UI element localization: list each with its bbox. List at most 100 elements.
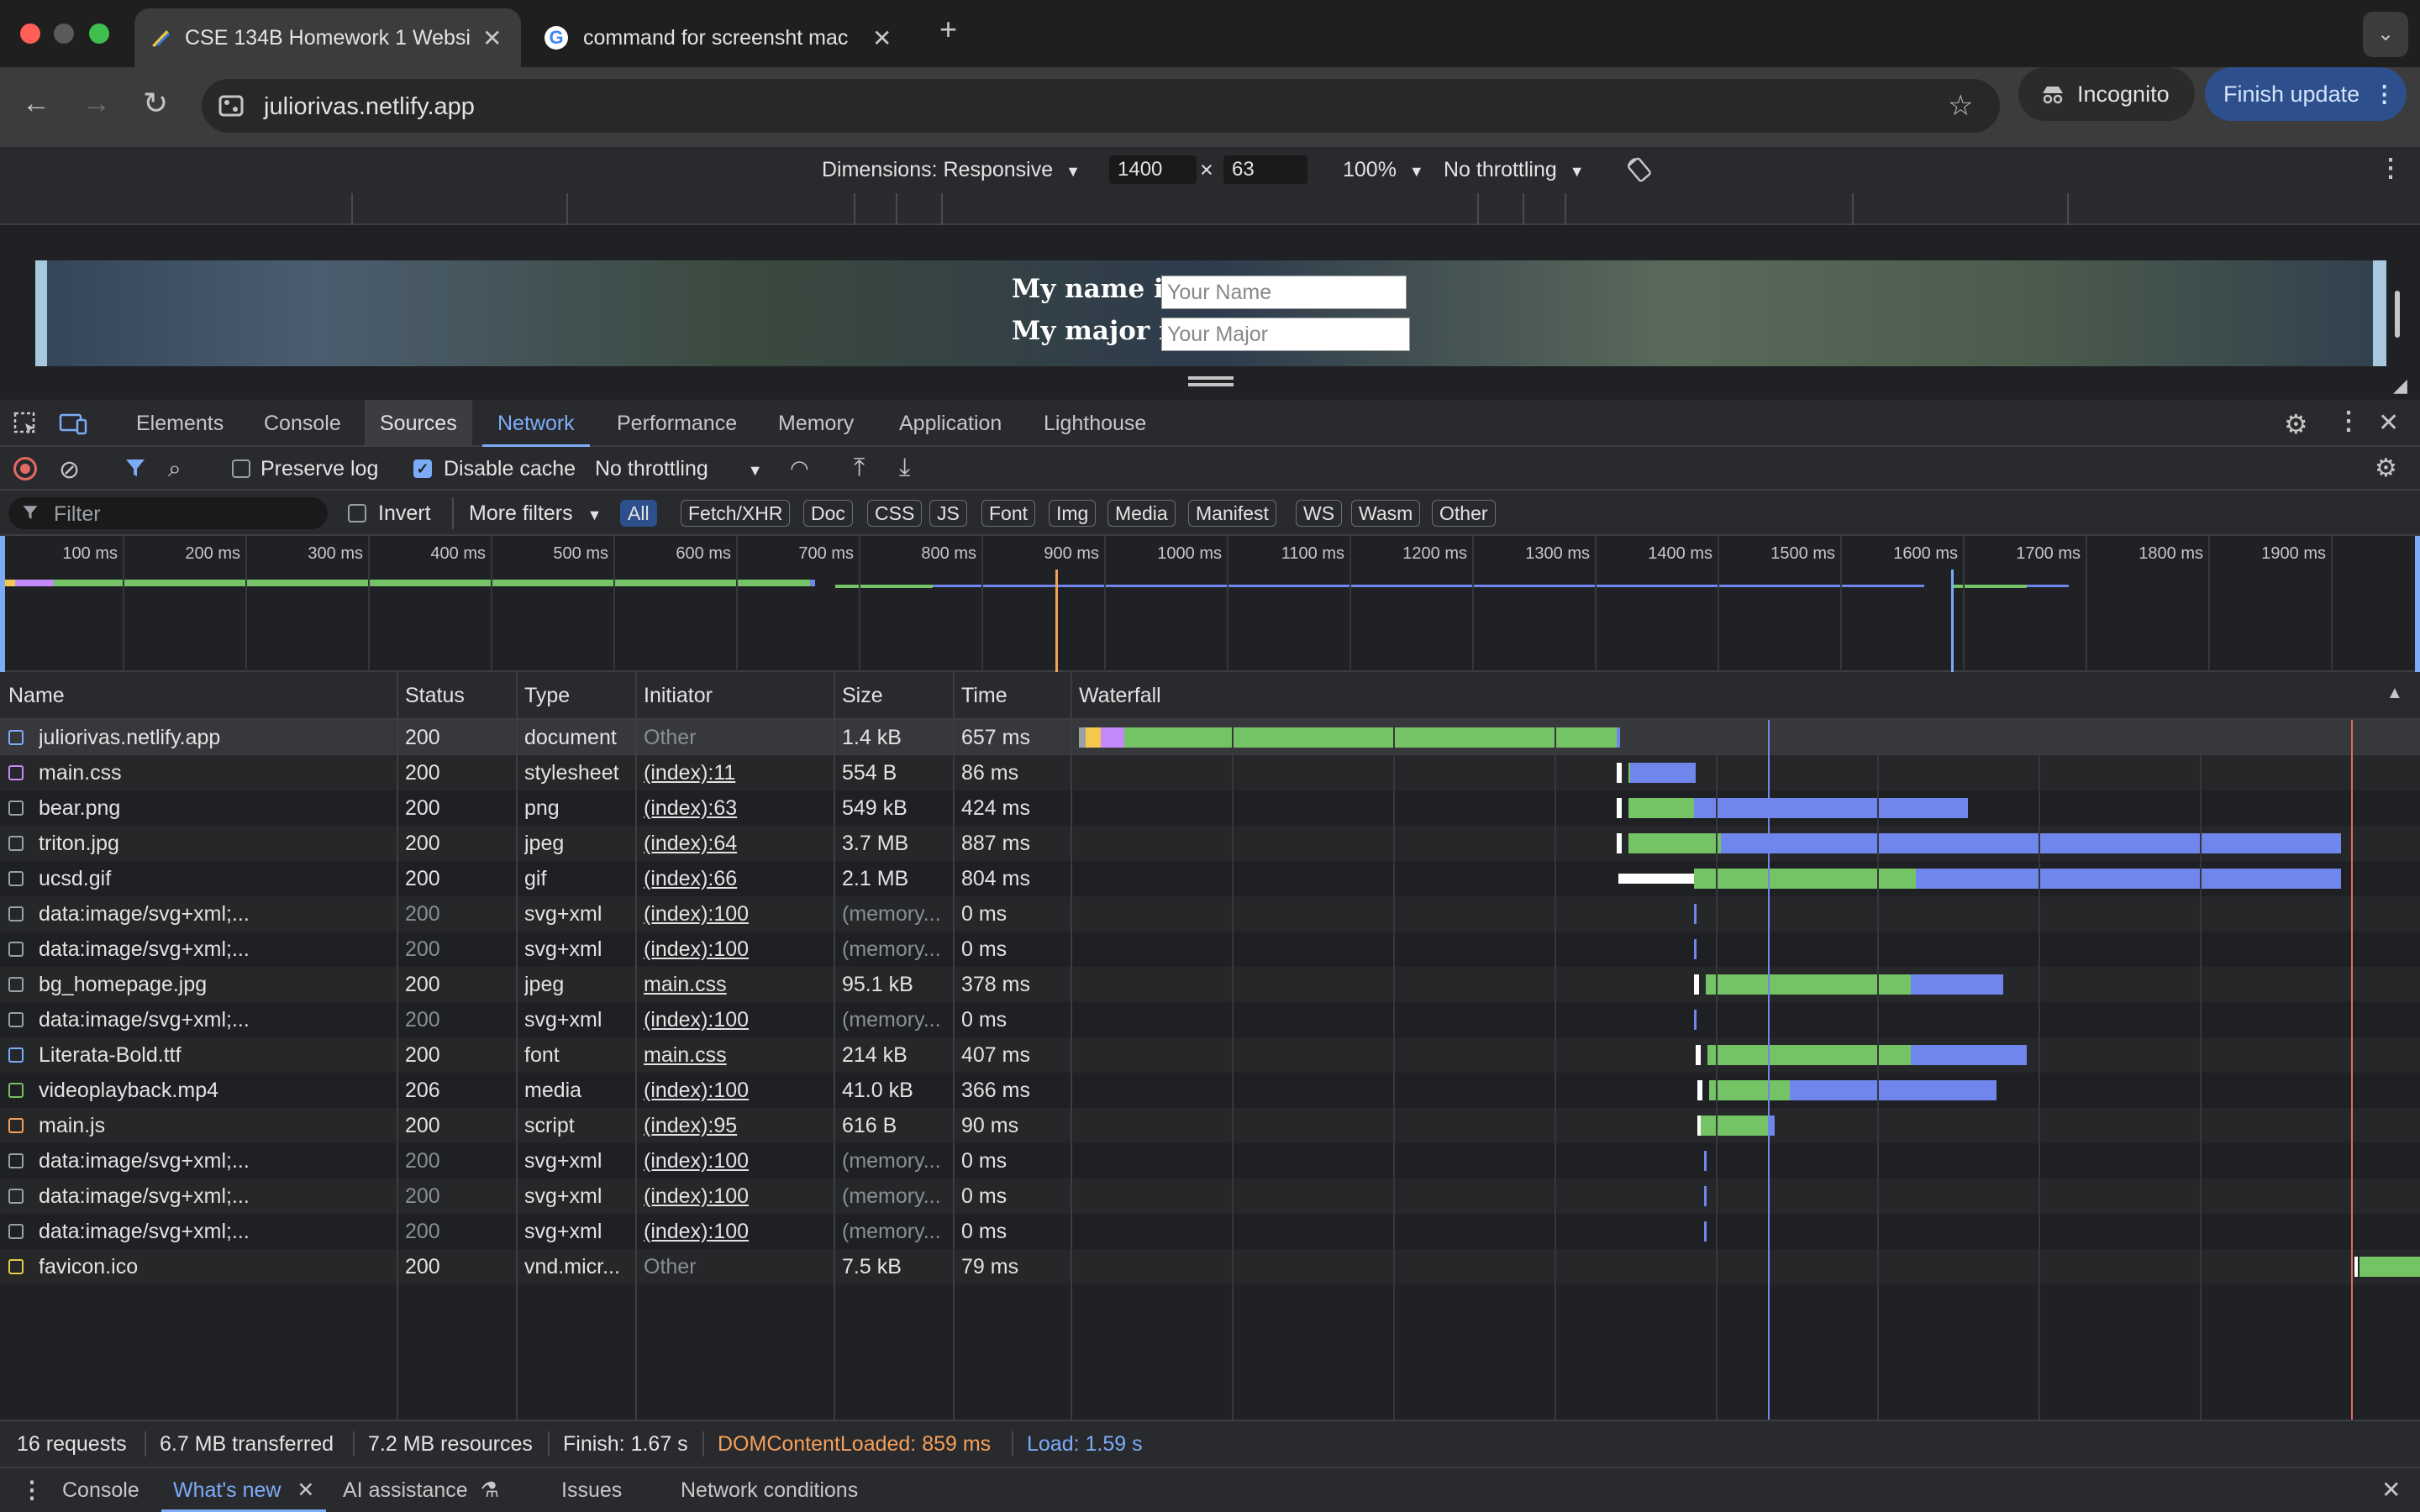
name-input[interactable]: Your Name xyxy=(1161,276,1407,309)
viewport-resize-handle-right[interactable] xyxy=(2395,291,2400,338)
drawer-tab-issues[interactable]: Issues xyxy=(561,1468,622,1512)
request-name[interactable]: favicon.ico xyxy=(39,1249,392,1284)
col-waterfall[interactable]: Waterfall xyxy=(1071,672,1161,720)
request-initiator[interactable]: (index):100 xyxy=(644,932,827,967)
request-name[interactable]: data:image/svg+xml;... xyxy=(39,896,392,932)
request-initiator[interactable]: (index):100 xyxy=(644,1179,827,1214)
col-size[interactable]: Size xyxy=(834,672,883,720)
request-initiator[interactable]: (index):100 xyxy=(644,1214,827,1249)
tab-sources[interactable]: Sources xyxy=(365,400,472,447)
filter-type-ws[interactable]: WS xyxy=(1296,500,1343,527)
request-name[interactable]: ucsd.gif xyxy=(39,861,392,896)
width-input[interactable]: 1400 xyxy=(1109,155,1197,184)
device-more-icon[interactable]: ⋮ xyxy=(2378,154,2403,183)
devtools-more-icon[interactable]: ⋮ xyxy=(2336,407,2361,436)
zoom-dropdown[interactable]: 100% ▼ xyxy=(1343,158,1424,182)
viewport-resize-corner[interactable]: ◢ xyxy=(2393,375,2407,396)
invert-checkbox[interactable] xyxy=(348,504,366,522)
col-initiator[interactable]: Initiator xyxy=(635,672,713,720)
request-name[interactable]: data:image/svg+xml;... xyxy=(39,1214,392,1249)
table-row[interactable]: data:image/svg+xml;... 200 svg+xml (index):… xyxy=(0,1214,2420,1249)
filter-type-all[interactable]: All xyxy=(620,500,657,527)
filter-type-doc[interactable]: Doc xyxy=(803,500,853,527)
tab-console[interactable]: Console xyxy=(249,400,356,447)
filter-input[interactable]: Filter xyxy=(8,497,328,529)
network-conditions-wifi-icon[interactable]: ◠ xyxy=(790,455,809,481)
close-window-button[interactable] xyxy=(20,24,40,44)
more-vert-icon[interactable]: ⋮ xyxy=(2373,81,2396,108)
table-row[interactable]: data:image/svg+xml;... 200 svg+xml (index):… xyxy=(0,1179,2420,1214)
filter-type-js[interactable]: JS xyxy=(929,500,967,527)
request-initiator[interactable]: (index):100 xyxy=(644,1143,827,1179)
drawer-tab-ai-assistance[interactable]: AI assistance ⚗ xyxy=(343,1468,499,1512)
table-row[interactable]: ucsd.gif 200 gif (index):66 2.1 MB 804 ms xyxy=(0,861,2420,896)
request-name[interactable]: Literata-Bold.ttf xyxy=(39,1037,392,1073)
omnibox[interactable]: juliorivas.netlify.app ☆ xyxy=(202,79,2000,133)
request-name[interactable]: bg_homepage.jpg xyxy=(39,967,392,1002)
search-icon[interactable]: ⌕ xyxy=(168,455,182,483)
inspect-element-icon[interactable] xyxy=(13,412,39,437)
request-name[interactable]: data:image/svg+xml;... xyxy=(39,1179,392,1214)
request-initiator[interactable]: main.css xyxy=(644,967,827,1002)
close-drawer-icon[interactable]: ✕ xyxy=(2381,1468,2401,1512)
more-filters-dropdown[interactable]: More filters ▼ xyxy=(469,501,602,526)
filter-type-img[interactable]: Img xyxy=(1049,500,1097,527)
incognito-button[interactable]: Incognito xyxy=(2018,67,2195,121)
request-initiator[interactable]: (index):95 xyxy=(644,1108,827,1143)
table-row[interactable]: juliorivas.netlify.app 200 document Other 1.… xyxy=(0,720,2420,755)
filter-type-manifest[interactable]: Manifest xyxy=(1188,500,1276,527)
new-tab-icon[interactable]: + xyxy=(939,12,957,47)
viewport-resize-handle-bottom[interactable] xyxy=(1188,376,1234,380)
request-name[interactable]: main.css xyxy=(39,755,392,790)
filter-type-other[interactable]: Other xyxy=(1432,500,1496,527)
clear-icon[interactable]: ⊘ xyxy=(59,455,80,485)
tab-lighthouse[interactable]: Lighthouse xyxy=(1028,400,1161,447)
import-har-icon[interactable]: ⤒ xyxy=(854,454,865,482)
device-toolbar-icon[interactable] xyxy=(59,412,87,437)
table-row[interactable]: main.css 200 stylesheet (index):11 554 B 86 m… xyxy=(0,755,2420,790)
request-name[interactable]: data:image/svg+xml;... xyxy=(39,932,392,967)
request-name[interactable]: data:image/svg+xml;... xyxy=(39,1002,392,1037)
device-throttling-dropdown[interactable]: No throttling ▼ xyxy=(1444,158,1585,182)
table-row[interactable]: favicon.ico 200 vnd.micr... Other 7.5 kB 79 m… xyxy=(0,1249,2420,1284)
zoom-window-button[interactable] xyxy=(89,24,109,44)
filter-type-fetch-xhr[interactable]: Fetch/XHR xyxy=(681,500,791,527)
network-overview-timeline[interactable]: 100 ms 200 ms 300 ms 400 ms 500 ms 600 ms 700 … xyxy=(0,536,2420,672)
site-settings-icon[interactable] xyxy=(218,94,244,118)
tab-performance[interactable]: Performance xyxy=(602,400,752,447)
drawer-more-icon[interactable]: ⋮ xyxy=(20,1468,44,1512)
close-devtools-icon[interactable]: ✕ xyxy=(2378,408,2399,438)
request-name[interactable]: triton.jpg xyxy=(39,826,392,861)
table-row[interactable]: data:image/svg+xml;... 200 svg+xml (index):… xyxy=(0,1143,2420,1179)
drawer-tab-whats-new[interactable]: What's new ✕ xyxy=(161,1468,327,1512)
reload-icon[interactable]: ↻ xyxy=(143,86,168,121)
request-name[interactable]: videoplayback.mp4 xyxy=(39,1073,392,1108)
dimensions-dropdown[interactable]: Dimensions: Responsive ▼ xyxy=(822,158,1081,182)
browser-tab[interactable]: G command for screensht mac ✕ xyxy=(538,8,908,67)
tab-network[interactable]: Network xyxy=(482,400,590,447)
request-initiator[interactable]: (index):63 xyxy=(644,790,827,826)
table-row[interactable]: data:image/svg+xml;... 200 svg+xml (index):… xyxy=(0,932,2420,967)
tab-memory[interactable]: Memory xyxy=(763,400,869,447)
request-initiator[interactable]: (index):66 xyxy=(644,861,827,896)
col-name[interactable]: Name xyxy=(0,672,65,720)
filter-type-css[interactable]: CSS xyxy=(867,500,923,527)
request-name[interactable]: bear.png xyxy=(39,790,392,826)
tab-search-chevron-icon[interactable]: ⌄ xyxy=(2363,12,2408,57)
request-initiator[interactable]: (index):100 xyxy=(644,896,827,932)
rotate-icon[interactable] xyxy=(1625,155,1654,184)
filter-type-font[interactable]: Font xyxy=(981,500,1036,527)
network-throttling-dropdown[interactable]: No throttling ▼ xyxy=(595,457,763,481)
minimize-window-button[interactable] xyxy=(54,24,74,44)
close-tab-icon[interactable]: ✕ xyxy=(872,24,892,52)
request-name[interactable]: juliorivas.netlify.app xyxy=(39,720,392,755)
record-icon[interactable] xyxy=(13,457,37,480)
table-row[interactable]: videoplayback.mp4 206 media (index):100 41.0… xyxy=(0,1073,2420,1108)
drawer-tab-console[interactable]: Console xyxy=(62,1468,139,1512)
filter-type-wasm[interactable]: Wasm xyxy=(1351,500,1421,527)
table-row[interactable]: bear.png 200 png (index):63 549 kB 424 ms xyxy=(0,790,2420,826)
close-tab-icon[interactable]: ✕ xyxy=(482,24,502,52)
request-initiator[interactable]: (index):11 xyxy=(644,755,827,790)
table-row[interactable]: data:image/svg+xml;... 200 svg+xml (index):… xyxy=(0,896,2420,932)
finish-update-button[interactable]: Finish update ⋮ xyxy=(2205,67,2407,121)
